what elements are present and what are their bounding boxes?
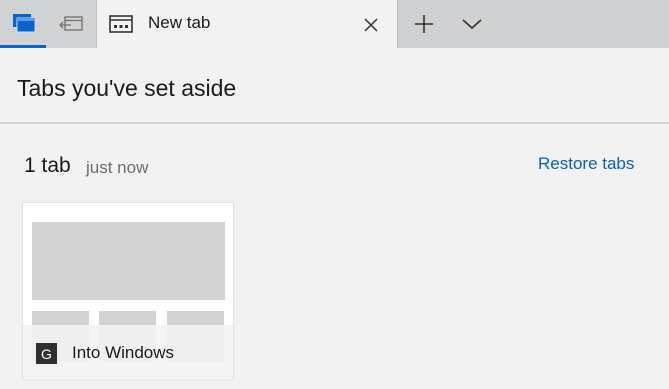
plus-icon (415, 15, 433, 33)
tabs-aside-button[interactable] (0, 0, 48, 48)
group-timestamp: just now (86, 158, 149, 177)
card-title: Into Windows (72, 343, 175, 362)
site-favicon-icon: G (36, 343, 57, 364)
card-footer: G Into Windows (23, 325, 233, 380)
set-aside-tabs-button[interactable] (48, 0, 94, 48)
thumbnail-banner (32, 222, 225, 300)
tab-new-tab[interactable]: New tab (96, 0, 398, 48)
new-tab-button[interactable] (408, 0, 440, 48)
group-tab-count: 1 tab (24, 154, 71, 177)
tab-title: New tab (148, 13, 211, 32)
new-tab-page-icon (109, 15, 133, 37)
set-aside-icon (59, 16, 83, 31)
close-icon (364, 18, 378, 32)
tabs-aside-header: Tabs you've set aside (0, 48, 669, 124)
set-aside-tab-card[interactable]: G Into Windows (22, 202, 234, 380)
panel-title: Tabs you've set aside (17, 75, 237, 101)
tab-preview-dropdown-button[interactable] (456, 0, 488, 48)
tabs-aside-icon (13, 14, 36, 33)
restore-tabs-link[interactable]: Restore tabs (538, 154, 634, 174)
chevron-down-icon (462, 19, 482, 30)
close-tab-button[interactable] (359, 13, 383, 37)
tab-bar: New tab (0, 0, 669, 48)
